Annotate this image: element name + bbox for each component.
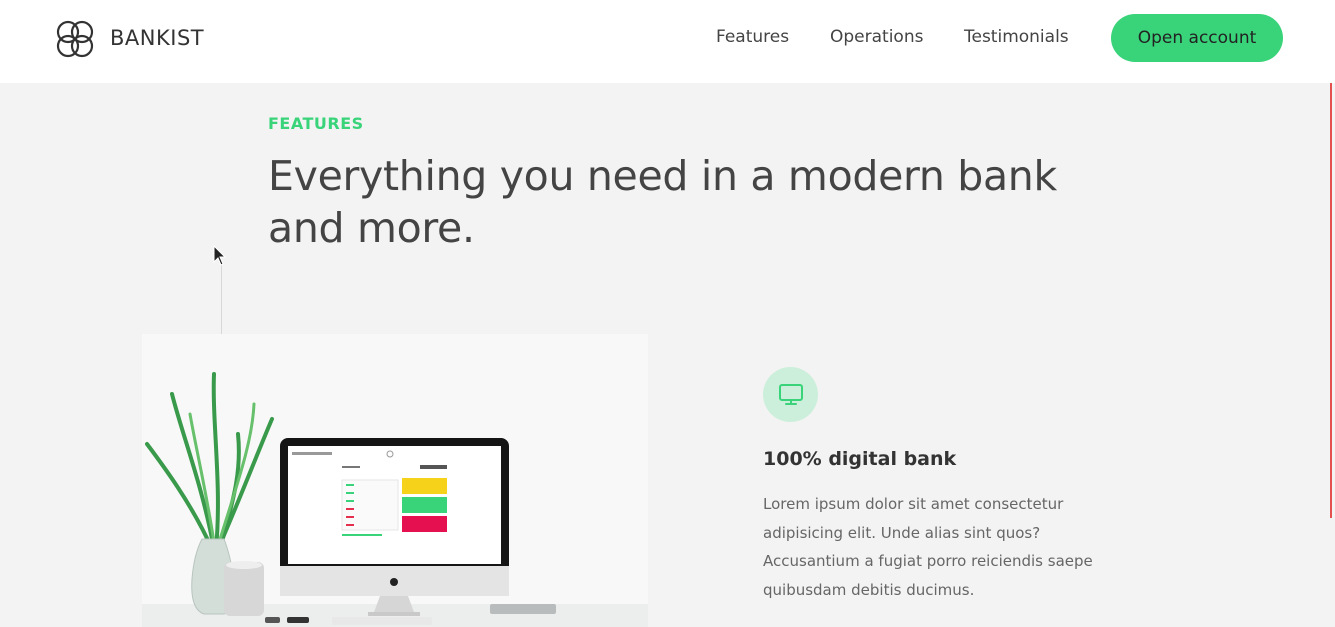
divider-line [221, 262, 222, 342]
section-label: FEATURES [268, 114, 364, 133]
scrollbar-indicator[interactable] [1330, 83, 1332, 518]
bankist-logo-icon[interactable] [52, 16, 98, 62]
nav-link-features[interactable]: Features [716, 27, 789, 47]
mouse-cursor-icon [213, 245, 227, 266]
top-navbar: BANKIST Features Operations Testimonials… [0, 0, 1335, 83]
feature-image [142, 334, 648, 627]
monitor-icon [763, 367, 818, 422]
section-title: Everything you need in a modern bank and… [268, 152, 1057, 252]
open-account-button[interactable]: Open account [1111, 14, 1283, 62]
nav-link-operations[interactable]: Operations [830, 27, 923, 47]
nav-link-testimonials[interactable]: Testimonials [964, 27, 1069, 47]
logo-text: BANKIST [110, 26, 205, 50]
feature-heading: 100% digital bank [763, 448, 957, 470]
feature-description: Lorem ipsum dolor sit amet consectetur a… [763, 495, 1093, 599]
